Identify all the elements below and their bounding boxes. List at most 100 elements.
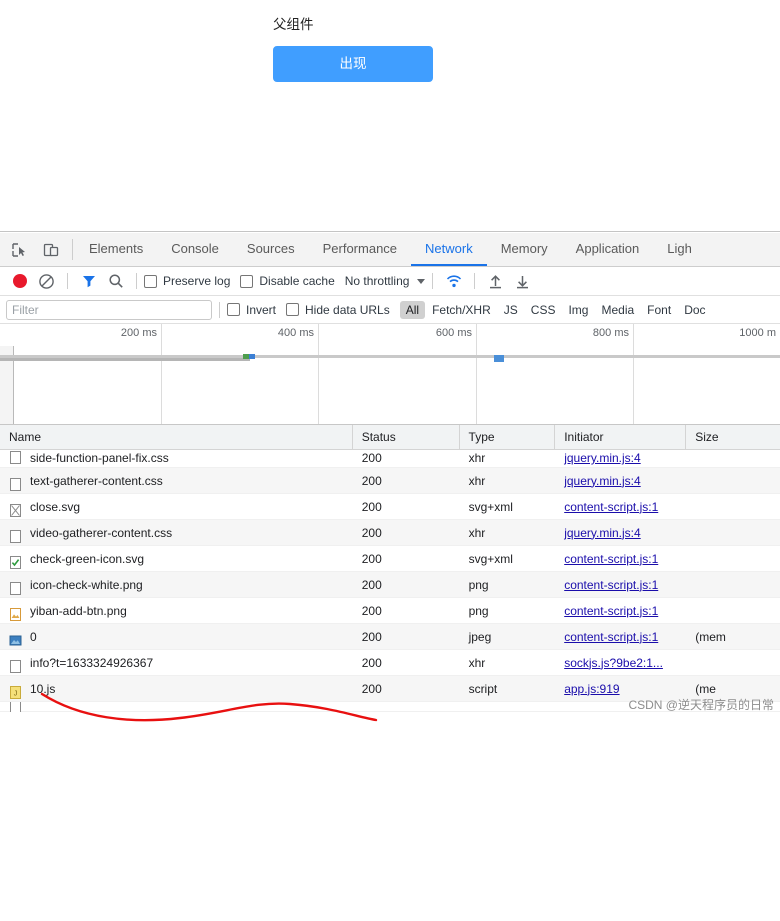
request-initiator[interactable]: jquery.min.js:4 (564, 526, 640, 540)
request-initiator[interactable]: jquery.min.js:4 (564, 451, 640, 465)
request-initiator[interactable]: jquery.min.js:4 (564, 474, 640, 488)
chevron-down-icon (417, 279, 425, 284)
request-type: script (460, 676, 556, 702)
preserve-log-checkbox[interactable]: Preserve log (144, 274, 230, 288)
request-status: 200 (353, 624, 460, 650)
clear-button[interactable] (33, 268, 60, 294)
request-name: close.svg (30, 494, 80, 520)
table-row[interactable]: side-function-panel-fix.css 200 xhr jque… (0, 450, 780, 468)
request-type: xhr (460, 449, 556, 467)
record-button[interactable] (6, 268, 33, 294)
inspect-element-icon[interactable] (8, 239, 30, 261)
filter-divider-1 (219, 302, 220, 318)
request-status: 200 (353, 449, 460, 467)
overview-tick-label-800: 800 ms (593, 327, 629, 339)
tab-elements[interactable]: Elements (75, 233, 157, 266)
network-overview-timeline[interactable]: 200 ms 400 ms 600 ms 800 ms 1000 m (0, 324, 780, 425)
table-row[interactable]: check-green-icon.svg 200 svg+xml content… (0, 546, 780, 572)
request-initiator[interactable]: content-script.js:1 (564, 630, 658, 644)
column-header-initiator[interactable]: Initiator (555, 425, 686, 450)
request-status: 200 (353, 546, 460, 572)
filter-input[interactable] (6, 300, 212, 320)
tab-memory[interactable]: Memory (487, 233, 562, 266)
filter-type-css[interactable]: CSS (525, 301, 562, 319)
request-name: 10.js (30, 676, 55, 702)
devtools-tabs: Elements Console Sources Performance Net… (75, 233, 706, 266)
request-initiator[interactable]: content-script.js:1 (564, 604, 658, 618)
tab-application[interactable]: Application (562, 233, 654, 266)
device-toolbar-icon[interactable] (40, 239, 62, 261)
svg-icon (9, 500, 23, 514)
tab-network[interactable]: Network (411, 233, 487, 266)
tab-sources[interactable]: Sources (233, 233, 309, 266)
image-icon (9, 604, 23, 618)
request-name: video-gatherer-content.css (30, 520, 172, 546)
request-type: png (460, 572, 556, 598)
request-status: 200 (353, 676, 460, 702)
table-row[interactable]: yiban-add-btn.png 200 png content-script… (0, 598, 780, 624)
request-initiator[interactable]: app.js:919 (564, 682, 619, 696)
tabbar-divider (72, 239, 73, 260)
filter-icon[interactable] (75, 268, 102, 294)
request-initiator[interactable]: content-script.js:1 (564, 500, 658, 514)
request-name: check-green-icon.svg (30, 546, 144, 572)
hide-data-urls-checkbox[interactable]: Hide data URLs (286, 303, 390, 317)
invert-checkbox[interactable]: Invert (227, 303, 276, 317)
request-name: side-function-panel-fix.css (30, 449, 169, 467)
request-initiator[interactable]: sockjs.js?9be2:1... (564, 656, 663, 670)
request-size (686, 572, 780, 598)
column-header-type[interactable]: Type (460, 425, 556, 450)
table-row[interactable] (0, 702, 780, 712)
column-header-name[interactable]: Name (0, 425, 353, 450)
export-har-icon[interactable] (509, 268, 536, 294)
table-row[interactable]: text-gatherer-content.css 200 xhr jquery… (0, 468, 780, 494)
overview-tick-label-600: 600 ms (436, 327, 472, 339)
devtools-panel: Elements Console Sources Performance Net… (0, 233, 780, 729)
tab-lighthouse[interactable]: Ligh (653, 233, 706, 266)
overview-tick-600: 600 ms (319, 324, 477, 425)
import-har-icon[interactable] (482, 268, 509, 294)
table-row[interactable]: info?t=1633324926367 200 xhr sockjs.js?9… (0, 650, 780, 676)
request-size (686, 598, 780, 624)
filter-type-all[interactable]: All (400, 301, 425, 319)
doc-icon (9, 578, 23, 592)
disable-cache-checkbox[interactable]: Disable cache (240, 274, 334, 288)
request-status: 200 (353, 494, 460, 520)
doc-icon (9, 526, 23, 540)
table-row[interactable]: video-gatherer-content.css 200 xhr jquer… (0, 520, 780, 546)
throttling-dropdown[interactable]: No throttling (345, 274, 426, 288)
filter-type-font[interactable]: Font (641, 301, 677, 319)
column-header-size[interactable]: Size (686, 425, 780, 450)
table-row[interactable]: icon-check-white.png 200 png content-scr… (0, 572, 780, 598)
appear-button[interactable]: 出现 (273, 46, 433, 82)
overview-tick-label-400: 400 ms (278, 327, 314, 339)
request-name: yiban-add-btn.png (30, 598, 127, 624)
tab-performance[interactable]: Performance (309, 233, 411, 266)
request-initiator[interactable]: content-script.js:1 (564, 552, 658, 566)
filter-type-media[interactable]: Media (595, 301, 640, 319)
request-size (686, 546, 780, 572)
table-row[interactable]: J 10.js 200 script app.js:919 (me (0, 676, 780, 702)
filter-type-doc[interactable]: Doc (678, 301, 711, 319)
request-size (686, 650, 780, 676)
table-row[interactable]: close.svg 200 svg+xml content-script.js:… (0, 494, 780, 520)
request-status: 200 (353, 468, 460, 494)
request-status: 200 (353, 572, 460, 598)
page-title: 父组件 (273, 16, 433, 34)
svg-text:J: J (14, 690, 18, 697)
tab-console[interactable]: Console (157, 233, 233, 266)
request-type: jpeg (460, 624, 556, 650)
request-initiator[interactable]: content-script.js:1 (564, 578, 658, 592)
doc-icon (9, 474, 23, 488)
network-filter-bar: Invert Hide data URLs All Fetch/XHR JS C… (0, 296, 780, 324)
search-icon[interactable] (102, 268, 129, 294)
preserve-log-label: Preserve log (163, 274, 230, 288)
network-conditions-icon[interactable] (440, 268, 467, 294)
table-row[interactable]: 0 200 jpeg content-script.js:1 (mem (0, 624, 780, 650)
filter-type-js[interactable]: JS (498, 301, 524, 319)
column-header-status[interactable]: Status (353, 425, 460, 450)
network-request-table: Name Status Type Initiator Size side-fun… (0, 425, 780, 921)
request-type: svg+xml (460, 494, 556, 520)
filter-type-fetch-xhr[interactable]: Fetch/XHR (426, 301, 497, 319)
filter-type-img[interactable]: Img (562, 301, 594, 319)
